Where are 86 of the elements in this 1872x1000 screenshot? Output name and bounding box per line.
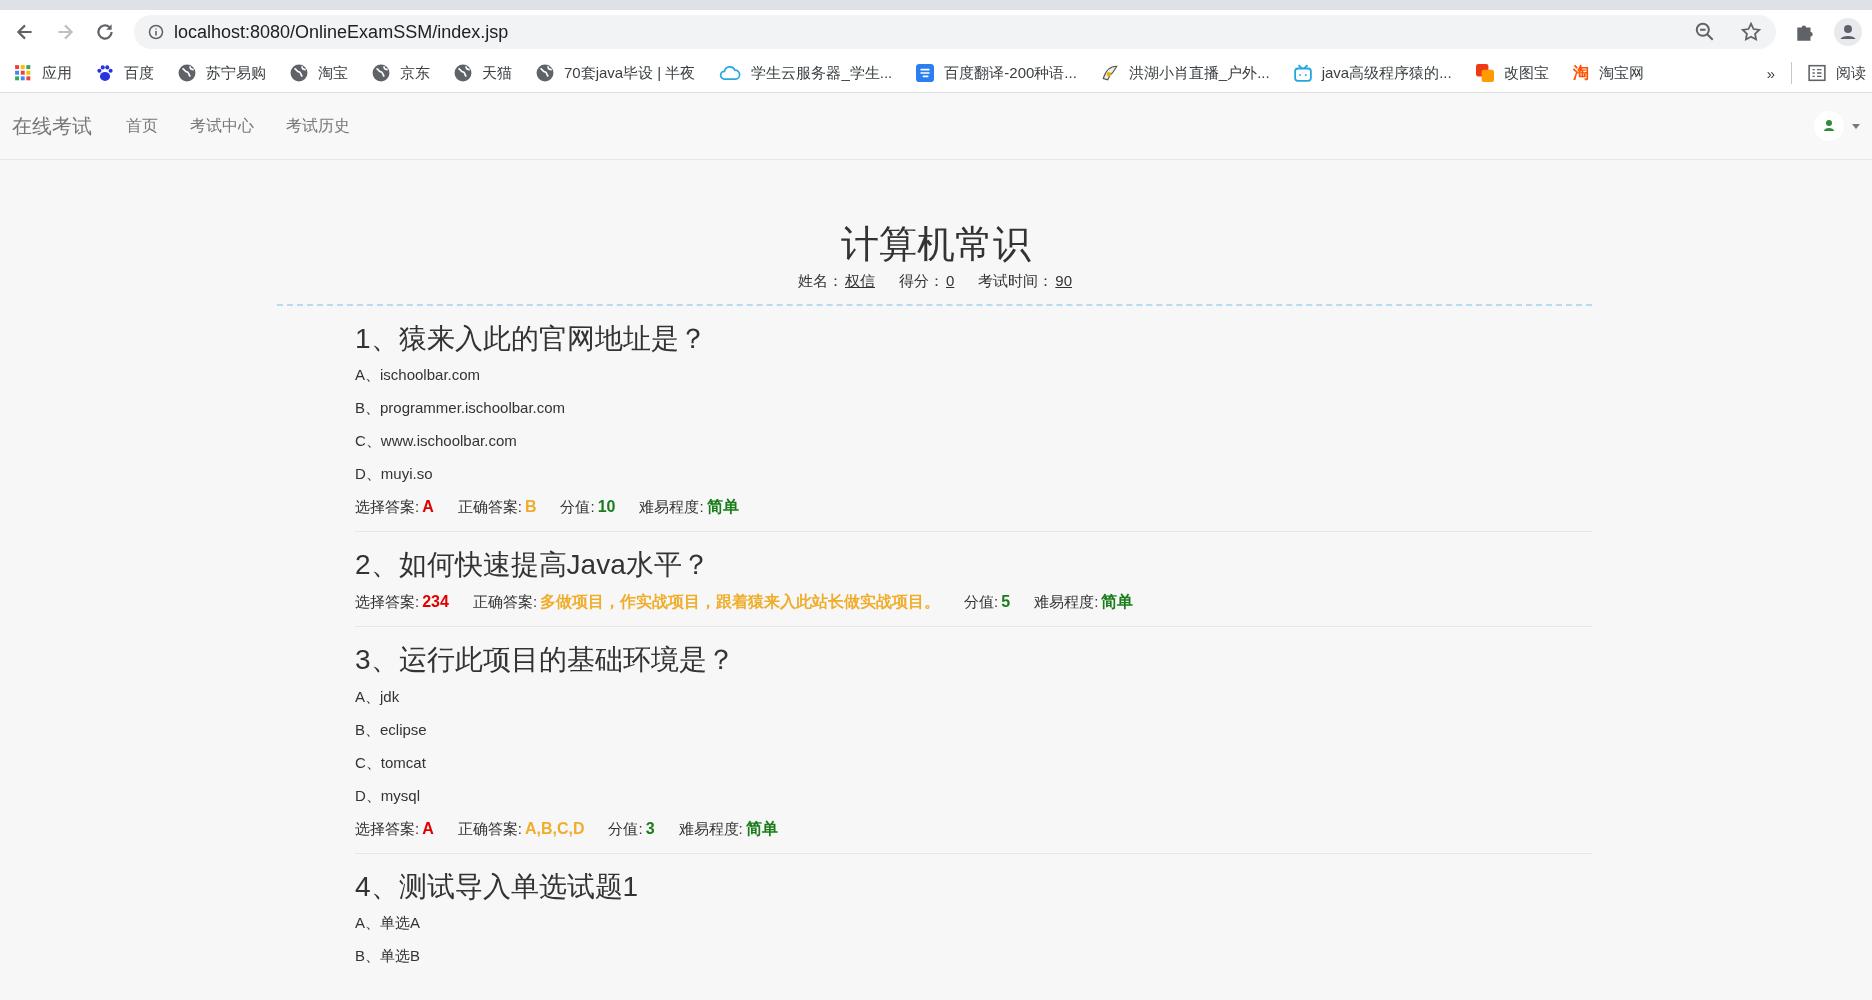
nav-link[interactable]: 考试中心: [190, 115, 254, 137]
bookmark-link[interactable]: 应用: [14, 63, 72, 83]
answer-option: B、eclipse: [355, 712, 1592, 746]
answer-option: A、ischoolbar.com: [355, 358, 1592, 392]
nav-link[interactable]: 首页: [126, 115, 158, 137]
user-menu[interactable]: [1814, 111, 1860, 141]
answer-option: C、tomcat: [355, 745, 1592, 779]
info-value: 90: [1054, 271, 1073, 289]
exam-title: 计算机常识: [840, 224, 1032, 266]
cloud-icon: [719, 64, 742, 82]
caret-icon: [1852, 123, 1860, 129]
bookmark-link[interactable]: 百度翻译-200种语...: [916, 63, 1077, 83]
bookmark-link[interactable]: 天猫: [454, 63, 512, 83]
meta-value: 10: [597, 498, 616, 516]
globe-icon: [178, 64, 196, 82]
globe-icon: [454, 64, 472, 82]
answer-option: B、programmer.ischoolbar.com: [355, 391, 1592, 425]
meta-value: B: [524, 498, 537, 516]
bookmark-link[interactable]: 百度: [96, 63, 154, 83]
answer-option: D、muyi.so: [355, 457, 1592, 491]
meta-value: A: [422, 819, 434, 837]
info-label: 考试时间：: [978, 271, 1054, 289]
answer-option: B、单选B: [355, 939, 1592, 973]
meta-value: 多做项目，作实战项目，跟着猿来入此站长做实战项目。: [540, 593, 941, 610]
meta-label: 正确答案:: [457, 498, 522, 516]
meta-label: 正确答案:: [457, 819, 522, 837]
question-title: 1、猿来入此的官网地址是？: [355, 321, 708, 356]
meta-label: 难易程度:: [639, 498, 704, 516]
tao-logo-icon: 淘: [1572, 62, 1589, 84]
meta-value: A,B,C,D: [524, 819, 585, 837]
question-title: 4、测试导入单选试题1: [355, 869, 640, 904]
meta-label: 分值:: [964, 593, 999, 610]
answer-option: D、mysql: [355, 778, 1592, 812]
meta-value: 简单: [1101, 593, 1134, 610]
squares-icon: [1475, 64, 1494, 82]
meta-value: 234: [422, 593, 449, 610]
question-title: 3、运行此项目的基础环境是？: [355, 643, 736, 677]
meta-value: A: [422, 498, 434, 516]
brand-link[interactable]: 在线考试: [12, 112, 92, 140]
meta-value: 简单: [706, 498, 739, 516]
reading-list-button[interactable]: 阅读: [1808, 63, 1866, 83]
answer-option: C、www.ischoolbar.com: [355, 424, 1592, 458]
meta-label: 分值:: [560, 498, 595, 516]
meta-value: 5: [1001, 593, 1011, 610]
meta-label: 选择答案:: [355, 498, 420, 516]
meta-label: 难易程度:: [1034, 593, 1099, 610]
bookmark-link[interactable]: 学生云服务器_学生...: [719, 63, 893, 83]
bookmark-link[interactable]: java高级程序猿的...: [1293, 63, 1452, 83]
globe-icon: [372, 64, 390, 82]
meta-label: 分值:: [608, 819, 643, 837]
info-value: 0: [945, 271, 956, 289]
address-bar[interactable]: localhost:8080/OnlineExamSSM/index.jsp: [134, 15, 1776, 49]
meta-label: 正确答案:: [472, 593, 538, 610]
info-label: 姓名：: [798, 271, 843, 289]
zoom-out-icon[interactable]: [1694, 21, 1716, 43]
info-label: 得分：: [899, 271, 944, 289]
info-value: 权信: [844, 271, 876, 289]
bookmark-link[interactable]: 洪湖小肖直播_户外...: [1100, 63, 1270, 83]
meta-label: 难易程度:: [678, 819, 743, 837]
meta-value: 3: [645, 819, 655, 837]
meta-value: 简单: [745, 819, 778, 837]
question-title: 2、如何快速提高Java水平？: [355, 548, 711, 582]
bookmark-link[interactable]: 改图宝: [1475, 63, 1549, 83]
info-icon[interactable]: [148, 24, 164, 40]
bookmark-link[interactable]: 京东: [372, 63, 430, 83]
star-icon[interactable]: [1740, 21, 1762, 43]
meta-label: 选择答案:: [355, 593, 420, 610]
translate-icon: [916, 64, 935, 82]
reload-icon[interactable]: [94, 21, 116, 43]
bookmark-link[interactable]: 苏宁易购: [178, 63, 266, 83]
bookmark-link[interactable]: 淘 淘宝网: [1572, 62, 1644, 84]
bookmark-link[interactable]: 淘宝: [290, 63, 348, 83]
user-avatar-icon: [1814, 111, 1844, 141]
answer-option: A、jdk: [355, 679, 1592, 713]
globe-icon: [536, 64, 554, 82]
paw-icon: [96, 64, 114, 82]
nav-link[interactable]: 考试历史: [286, 115, 350, 137]
globe-icon: [290, 64, 308, 82]
bookmark-link[interactable]: 70套java毕设 | 半夜: [536, 63, 696, 83]
meta-label: 选择答案:: [355, 819, 420, 837]
profile-icon[interactable]: [1834, 18, 1862, 46]
answer-option: A、单选A: [355, 906, 1592, 940]
tv-icon: [1293, 64, 1312, 82]
apps-grid-icon: [14, 64, 32, 82]
list-icon: [1808, 64, 1826, 82]
more-bookmarks-button[interactable]: »: [1766, 64, 1775, 82]
